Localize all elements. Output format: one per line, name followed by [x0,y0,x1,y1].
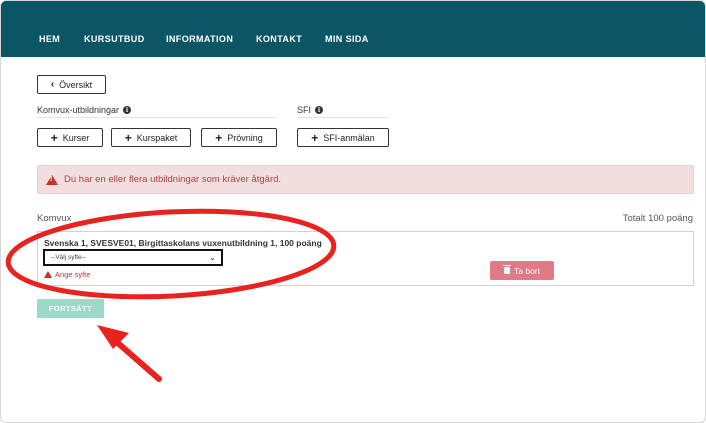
kurser-label: Kurser [62,132,90,143]
plus-icon: + [124,130,132,145]
info-icon[interactable]: i [315,106,324,114]
nav-item-hem[interactable]: HEM [39,34,60,44]
delete-course-button[interactable]: Ta bort [490,261,554,280]
provning-label: Prövning [227,132,263,143]
warning-icon [46,174,58,185]
komvux-section-label: Komvux-utbildningar i [37,105,132,115]
action-required-alert: Du har en eller flera utbildningar som k… [37,165,694,194]
continue-button[interactable]: FORTSÄTT [37,299,104,318]
trash-icon [503,265,511,274]
chevron-down-icon: ⌄ [209,253,216,262]
total-points: Totalt 100 poäng [622,213,693,224]
nav-item-min-sida[interactable]: MIN SIDA [325,34,369,44]
purpose-select[interactable]: --Välj syfte-- ⌄ [43,249,223,266]
sfi-label-text: SFI [297,105,312,115]
delete-label: Ta bort [514,265,540,276]
nav-item-kursutbud[interactable]: KURSUTBUD [84,34,145,44]
back-button[interactable]: ‹ Översikt [37,75,106,94]
add-provning-button[interactable]: + Prövning [201,128,277,147]
add-kurspaket-button[interactable]: + Kurspaket [111,128,191,147]
info-icon[interactable]: i [123,106,132,114]
sfi-anmalan-label: SFI-anmälan [323,132,375,143]
purpose-warning: Ange syfte [44,270,90,279]
sfi-divider [297,117,389,118]
plus-icon: + [215,130,223,145]
komvux-heading: Komvux [37,213,72,224]
plus-icon: + [311,130,319,145]
komvux-label-text: Komvux-utbildningar [37,105,120,115]
sfi-section-label: SFI i [297,105,324,115]
back-button-label: Översikt [59,79,93,90]
course-card: Svenska 1, SVESVE01, Birgittaskolans vux… [37,231,694,286]
plus-icon: + [50,130,58,145]
nav-item-kontakt[interactable]: KONTAKT [256,34,302,44]
alert-text: Du har en eller flera utbildningar som k… [64,174,282,185]
komvux-divider [37,117,277,118]
purpose-warning-text: Ange syfte [55,270,91,279]
arrow-icon [97,325,162,382]
nav-item-information[interactable]: INFORMATION [166,34,233,44]
annotation-overlay [5,208,337,382]
chevron-left-icon: ‹ [50,78,55,90]
kurspaket-label: Kurspaket [136,132,178,143]
top-navbar: HEM KURSUTBUD INFORMATION KONTAKT MIN SI… [1,1,705,57]
page: HEM KURSUTBUD INFORMATION KONTAKT MIN SI… [0,0,706,423]
add-sfi-anmalan-button[interactable]: + SFI-anmälan [297,128,389,147]
add-kurser-button[interactable]: + Kurser [37,128,103,147]
purpose-select-value: --Välj syfte-- [51,254,87,261]
warning-icon [44,271,52,278]
course-title: Svenska 1, SVESVE01, Birgittaskolans vux… [44,238,322,248]
